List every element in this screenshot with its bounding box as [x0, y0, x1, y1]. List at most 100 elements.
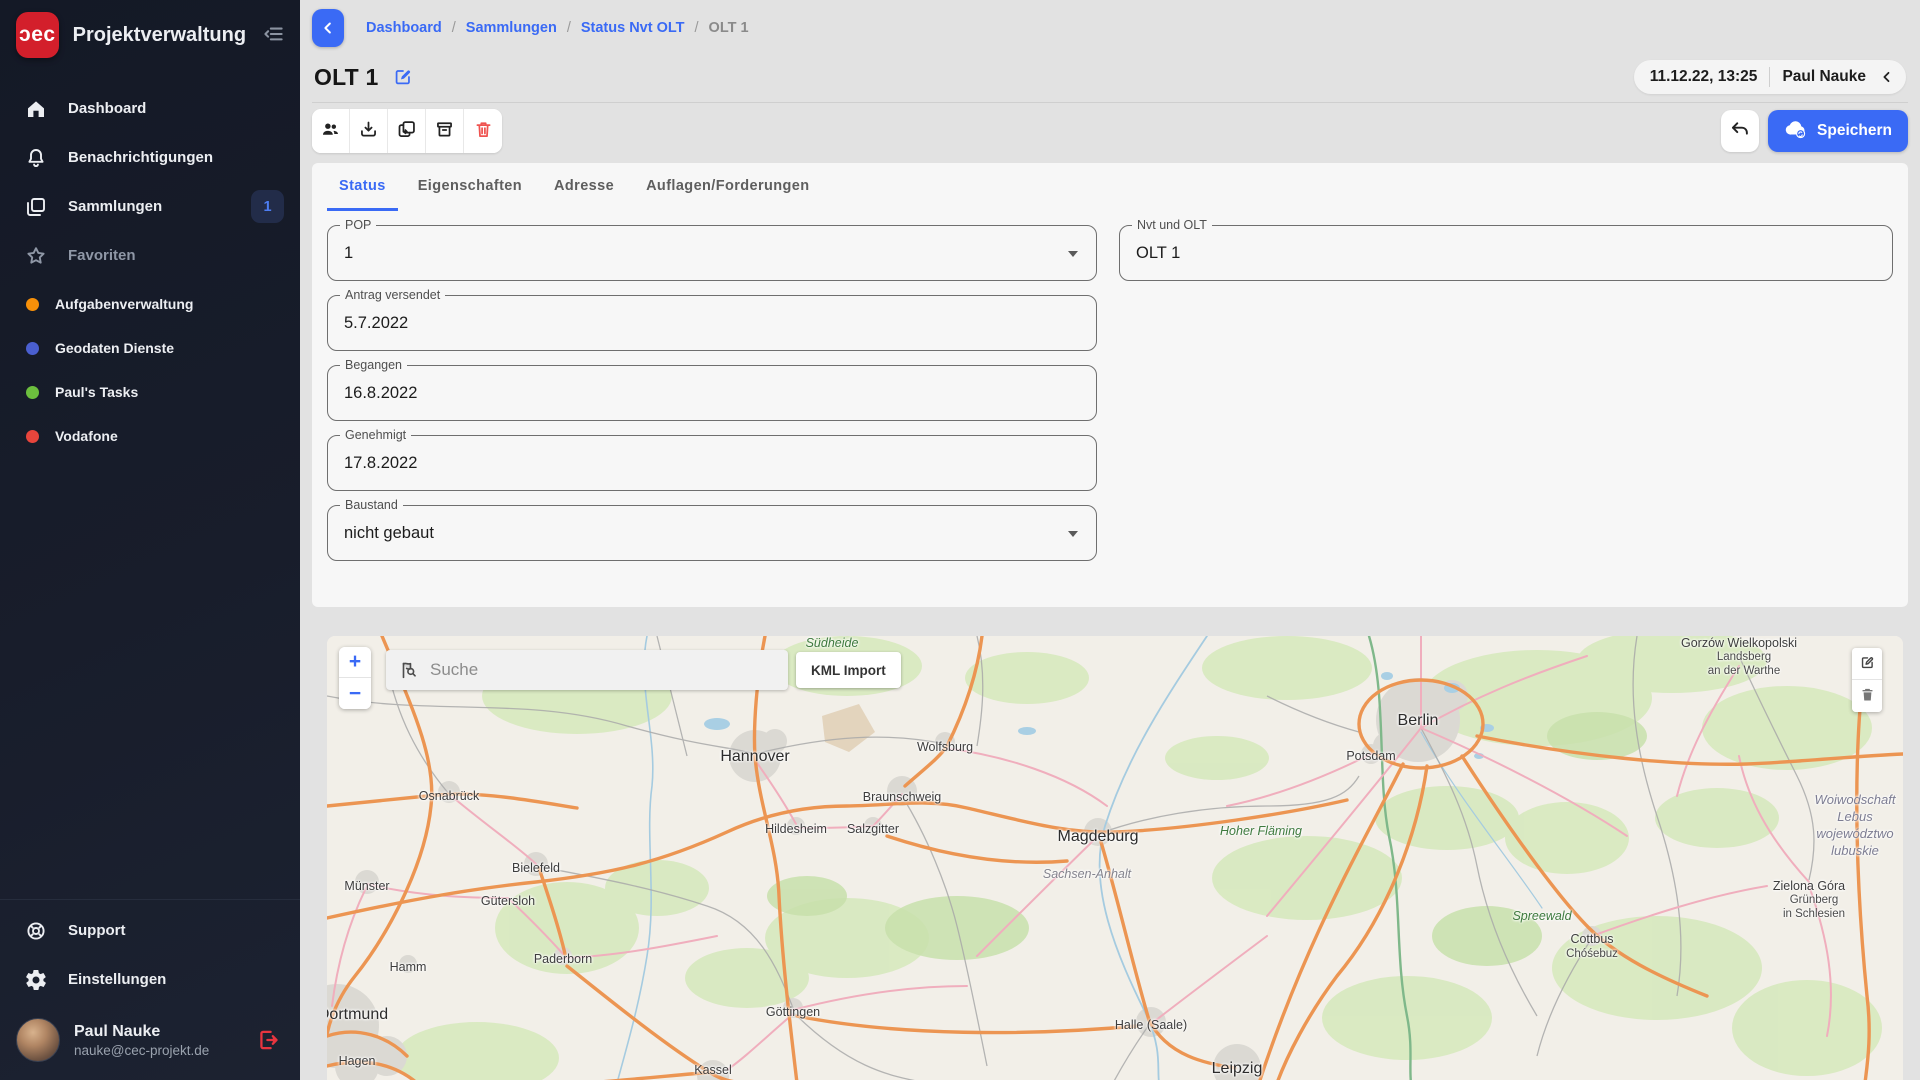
- field-value: 17.8.2022: [328, 436, 1096, 490]
- field-label: Begangen: [340, 358, 407, 372]
- breadcrumb-separator: /: [567, 20, 571, 36]
- header-divider: [312, 102, 1908, 103]
- sidebar-item-benachrichtigungen[interactable]: Benachrichtigungen: [0, 133, 300, 182]
- sammlungen-count-badge: 1: [251, 190, 284, 223]
- app-logo-text: ɔec: [19, 23, 56, 47]
- form-column-left: POP 1 Antrag versendet 5.7.2022 Begangen…: [327, 225, 1097, 575]
- page-header: OLT 1 11.12.22, 13:25 Paul Nauke: [300, 56, 1920, 102]
- breadcrumb-separator: /: [695, 20, 699, 36]
- sidebar-footer: Support Einstellungen Paul Nauke nauke@c…: [0, 899, 300, 1080]
- form-column-right: Nvt und OLT OLT 1: [1119, 225, 1893, 575]
- download-icon: [358, 119, 379, 143]
- map-tiles: [327, 636, 1903, 1080]
- favorite-item-vodafone[interactable]: Vodafone: [0, 414, 300, 458]
- field-label: Genehmigt: [340, 428, 411, 442]
- last-edited-timestamp: 11.12.22, 13:25: [1650, 68, 1758, 86]
- main-content: Dashboard / Sammlungen / Status Nvt OLT …: [300, 0, 1920, 1080]
- chevron-left-icon[interactable]: [1878, 68, 1896, 86]
- map-search-bar[interactable]: [386, 650, 788, 690]
- map-container[interactable]: SüdheideHannoverWolfsburgBraunschweigHil…: [327, 636, 1903, 1080]
- field-label: Nvt und OLT: [1132, 218, 1212, 232]
- toolbar-button-group: [312, 109, 502, 153]
- sidebar-collapse-icon[interactable]: [260, 21, 286, 49]
- field-value: 5.7.2022: [328, 296, 1096, 350]
- save-button[interactable]: Speichern: [1768, 110, 1908, 152]
- last-edited-pill: 11.12.22, 13:25 Paul Nauke: [1634, 60, 1906, 94]
- sidebar-favorites: Aufgabenverwaltung Geodaten Dienste Paul…: [0, 282, 300, 458]
- logout-icon[interactable]: [256, 1027, 282, 1053]
- user-name: Paul Nauke: [74, 1023, 242, 1041]
- tab-adresse[interactable]: Adresse: [542, 163, 626, 211]
- app-title: Projektverwaltung: [73, 24, 246, 47]
- delete-button[interactable]: [464, 109, 502, 153]
- map-search-input[interactable]: [430, 660, 776, 680]
- status-form: POP 1 Antrag versendet 5.7.2022 Begangen…: [312, 211, 1908, 575]
- sidebar-item-label: Sammlungen: [68, 198, 162, 215]
- user-info: Paul Nauke nauke@cec-projekt.de: [74, 1023, 242, 1058]
- breadcrumb-link-status-nvt-olt[interactable]: Status Nvt OLT: [581, 20, 685, 36]
- pop-select[interactable]: POP 1: [327, 225, 1097, 281]
- map-edit-icon: [1859, 654, 1876, 674]
- trash-icon: [473, 119, 494, 143]
- sidebar-item-label: Benachrichtigungen: [68, 149, 213, 166]
- breadcrumb-link-dashboard[interactable]: Dashboard: [366, 20, 442, 36]
- star-icon: [24, 244, 48, 268]
- app-logo: ɔec: [16, 12, 59, 58]
- favorite-dot-icon: [26, 342, 39, 355]
- tab-auflagen-forderungen[interactable]: Auflagen/Forderungen: [634, 163, 821, 211]
- page-title: OLT 1: [314, 64, 378, 91]
- favorite-dot-icon: [26, 430, 39, 443]
- download-button[interactable]: [350, 109, 388, 153]
- sidebar-item-einstellungen[interactable]: Einstellungen: [0, 955, 300, 1004]
- field-value: nicht gebaut: [328, 506, 1096, 560]
- toolbar: Speichern: [312, 108, 1908, 154]
- tab-status[interactable]: Status: [327, 163, 398, 211]
- back-button[interactable]: [312, 9, 344, 47]
- duplicate-button[interactable]: [388, 109, 426, 153]
- breadcrumb-link-sammlungen[interactable]: Sammlungen: [466, 20, 557, 36]
- favorite-item-aufgabenverwaltung[interactable]: Aufgabenverwaltung: [0, 282, 300, 326]
- field-label: POP: [340, 218, 376, 232]
- nvt-und-olt-field[interactable]: Nvt und OLT OLT 1: [1119, 225, 1893, 281]
- favorite-item-geodaten-dienste[interactable]: Geodaten Dienste: [0, 326, 300, 370]
- zoom-in-button[interactable]: +: [339, 647, 371, 678]
- favorite-label: Aufgabenverwaltung: [55, 296, 193, 312]
- favorite-item-pauls-tasks[interactable]: Paul's Tasks: [0, 370, 300, 414]
- breadcrumb-bar: Dashboard / Sammlungen / Status Nvt OLT …: [300, 0, 1920, 56]
- dropdown-caret-icon: [1068, 531, 1078, 537]
- sidebar-item-support[interactable]: Support: [0, 906, 300, 955]
- sidebar-item-sammlungen[interactable]: Sammlungen 1: [0, 182, 300, 231]
- tab-eigenschaften[interactable]: Eigenschaften: [406, 163, 534, 211]
- sidebar: ɔec Projektverwaltung Dashboard Benachri…: [0, 0, 300, 1080]
- sidebar-item-label: Einstellungen: [68, 971, 166, 988]
- archive-button[interactable]: [426, 109, 464, 153]
- genehmigt-field[interactable]: Genehmigt 17.8.2022: [327, 435, 1097, 491]
- favorite-label: Vodafone: [55, 428, 118, 444]
- field-label: Antrag versendet: [340, 288, 445, 302]
- user-avatar[interactable]: [16, 1018, 60, 1062]
- map-trash-icon: [1859, 686, 1876, 706]
- home-icon: [24, 97, 48, 121]
- baustand-select[interactable]: Baustand nicht gebaut: [327, 505, 1097, 561]
- share-users-button[interactable]: [312, 109, 350, 153]
- undo-button[interactable]: [1721, 110, 1759, 152]
- antrag-versendet-field[interactable]: Antrag versendet 5.7.2022: [327, 295, 1097, 351]
- zoom-out-button[interactable]: −: [339, 678, 371, 709]
- pill-divider: [1769, 67, 1770, 87]
- begangen-field[interactable]: Begangen 16.8.2022: [327, 365, 1097, 421]
- map-edit-button[interactable]: [1852, 648, 1882, 680]
- breadcrumb-current: OLT 1: [709, 20, 749, 36]
- archive-icon: [434, 119, 455, 143]
- save-button-label: Speichern: [1817, 122, 1892, 140]
- field-label: Baustand: [340, 498, 403, 512]
- edit-title-icon[interactable]: [392, 66, 414, 88]
- bell-icon: [24, 146, 48, 170]
- kml-import-button[interactable]: KML Import: [796, 652, 901, 688]
- dropdown-caret-icon: [1068, 251, 1078, 257]
- collections-icon: [24, 195, 48, 219]
- sidebar-item-dashboard[interactable]: Dashboard: [0, 84, 300, 133]
- last-edited-user: Paul Nauke: [1782, 68, 1866, 86]
- duplicate-icon: [396, 119, 417, 143]
- map-delete-button[interactable]: [1852, 680, 1882, 712]
- sidebar-item-favoriten[interactable]: Favoriten: [0, 231, 300, 280]
